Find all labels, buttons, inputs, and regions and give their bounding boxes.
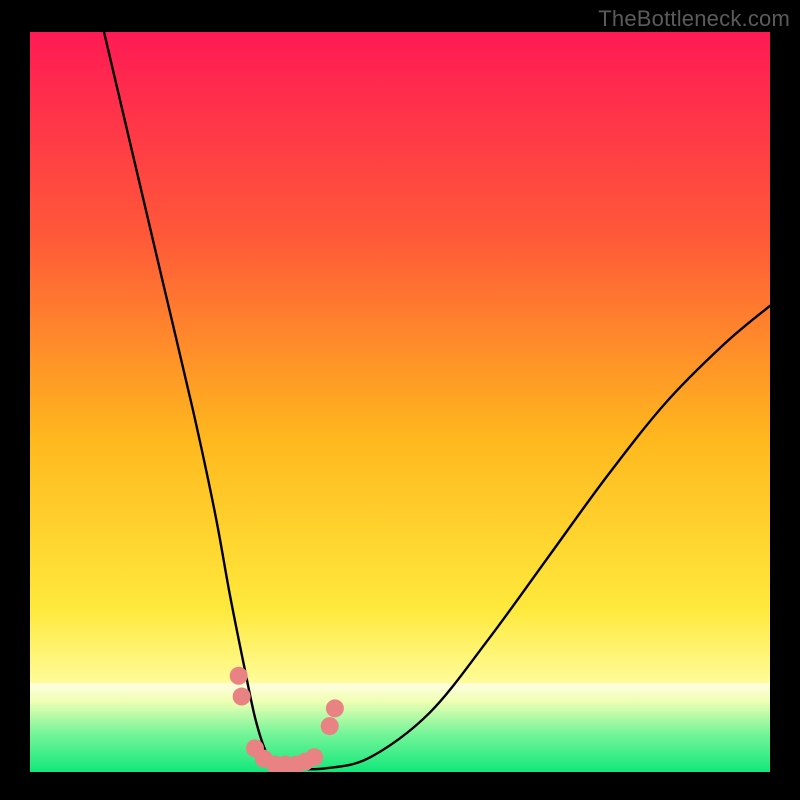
plot-area	[30, 32, 770, 772]
marker-dot	[305, 748, 323, 766]
marker-dot	[326, 699, 344, 717]
gradient-background	[30, 32, 770, 772]
marker-dot	[321, 717, 339, 735]
marker-dot	[233, 688, 251, 706]
marker-dot	[230, 667, 248, 685]
bottom-band	[30, 683, 770, 772]
watermark-text: TheBottleneck.com	[598, 6, 790, 32]
chart-svg	[30, 32, 770, 772]
chart-container: TheBottleneck.com	[0, 0, 800, 800]
